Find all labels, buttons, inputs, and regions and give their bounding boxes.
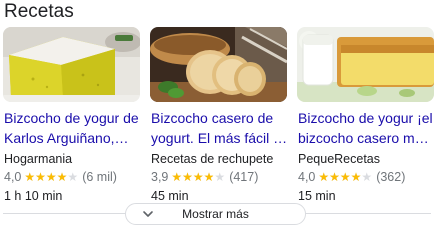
recipe-source: Recetas de rechupete xyxy=(151,152,274,166)
review-count: (417) xyxy=(229,170,259,184)
recipe-source: Hogarmania xyxy=(4,152,73,166)
review-count: (6 mil) xyxy=(82,170,117,184)
star-rating-icon: ★★★★★★★★★★ xyxy=(24,170,79,184)
recipe-title-link[interactable]: Bizcocho de yogur de Karlos Arguiñano, ¡… xyxy=(4,108,142,148)
star-rating-icon: ★★★★★★★★★★ xyxy=(318,170,373,184)
rating-row: 4,0 ★★★★★★★★★★ (6 mil) xyxy=(4,169,117,185)
rating-row: 3,9 ★★★★★★★★★★ (417) xyxy=(151,169,258,185)
recipe-card[interactable]: Bizcocho casero de yogurt. El más fácil … xyxy=(150,27,289,203)
sliced-loaf-photo xyxy=(150,27,287,102)
recipe-image[interactable] xyxy=(150,27,287,102)
loaf-with-yogurt-photo xyxy=(297,27,434,102)
rating-value: 4,0 xyxy=(4,170,22,184)
show-more-label: Mostrar más xyxy=(182,207,249,221)
rating-value: 4,0 xyxy=(298,170,316,184)
recipe-source: PequeRecetas xyxy=(298,152,381,166)
section-title: Recetas xyxy=(4,1,74,22)
recipe-card[interactable]: Bizcocho de yogur ¡el bizcocho casero má… xyxy=(297,27,436,203)
show-more-button[interactable]: Mostrar más xyxy=(125,203,306,225)
recipe-image[interactable] xyxy=(3,27,140,102)
recipe-carousel: Bizcocho de yogur de Karlos Arguiñano, ¡… xyxy=(0,27,445,203)
chevron-down-icon xyxy=(143,211,153,217)
cook-time: 15 min xyxy=(298,189,336,203)
recipe-card[interactable]: Bizcocho de yogur de Karlos Arguiñano, ¡… xyxy=(3,27,142,203)
sponge-cake-photo xyxy=(3,27,140,102)
cook-time: 1 h 10 min xyxy=(4,189,63,203)
star-rating-icon: ★★★★★★★★★★ xyxy=(171,170,226,184)
cook-time: 45 min xyxy=(151,189,189,203)
rating-row: 4,0 ★★★★★★★★★★ (362) xyxy=(298,169,405,185)
recipe-title-link[interactable]: Bizcocho de yogur ¡el bizcocho casero má… xyxy=(298,108,436,148)
recipe-image[interactable] xyxy=(297,27,434,102)
recipe-title-link[interactable]: Bizcocho casero de yogurt. El más fácil … xyxy=(151,108,289,148)
rating-value: 3,9 xyxy=(151,170,169,184)
review-count: (362) xyxy=(376,170,406,184)
